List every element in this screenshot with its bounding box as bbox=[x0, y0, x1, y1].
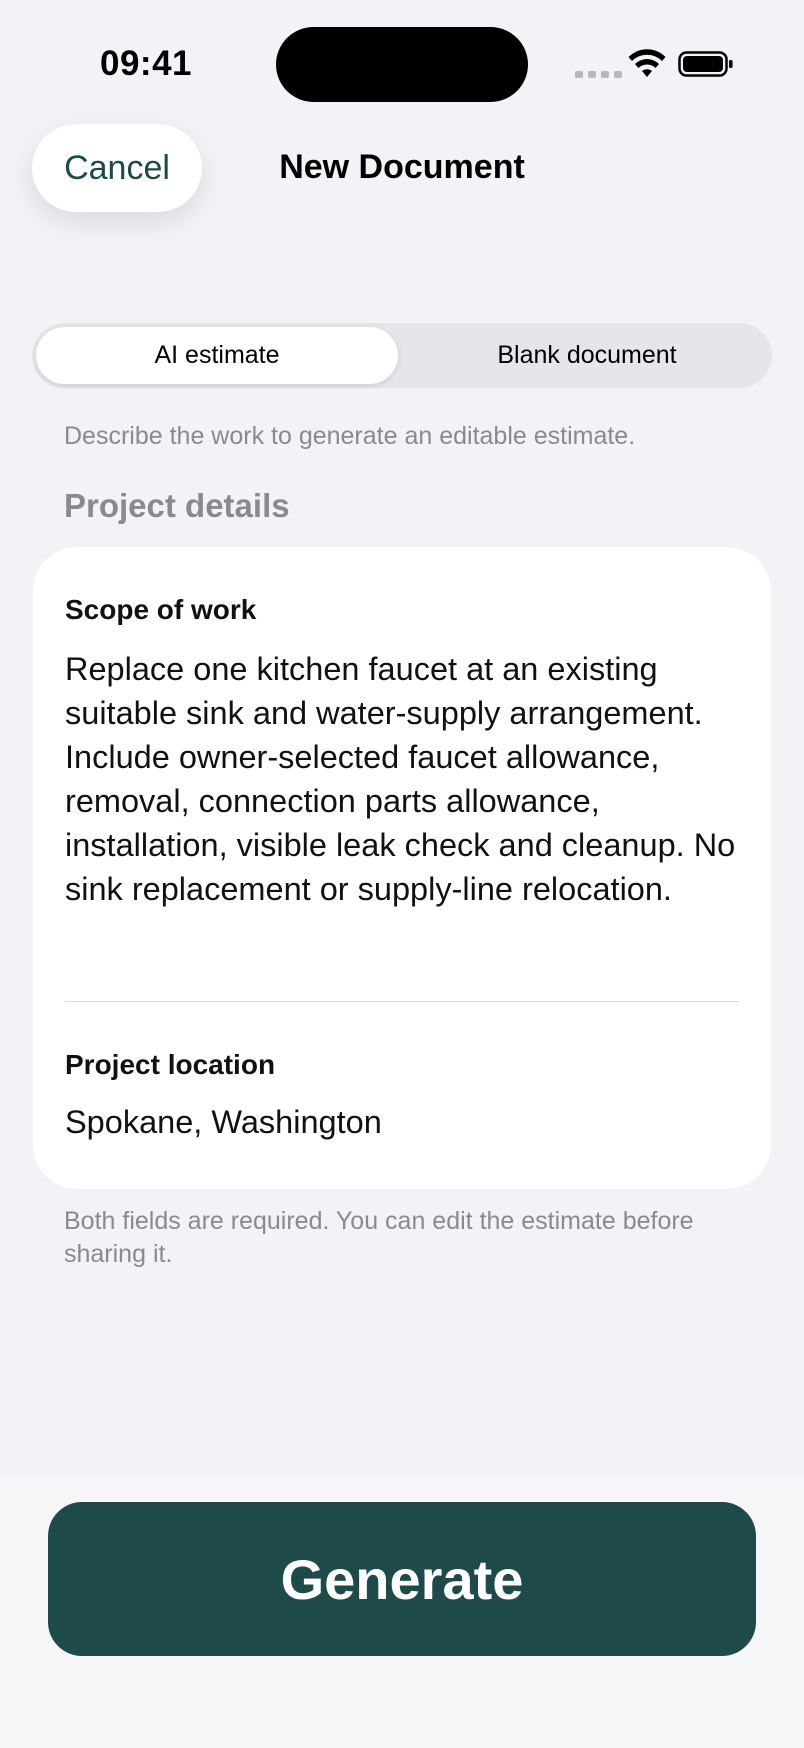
signal-icon bbox=[575, 71, 622, 78]
divider bbox=[65, 1001, 739, 1002]
page-title: New Document bbox=[279, 148, 525, 186]
segment-ai-estimate[interactable]: AI estimate bbox=[36, 327, 398, 384]
project-location-field[interactable]: Spokane, Washington bbox=[65, 1104, 382, 1141]
battery-icon bbox=[678, 51, 733, 77]
scope-of-work-field[interactable]: Replace one kitchen faucet at an existin… bbox=[65, 647, 755, 911]
dynamic-island bbox=[276, 27, 528, 102]
project-details-card: Scope of work Replace one kitchen faucet… bbox=[33, 547, 771, 1189]
required-fields-note: Both fields are required. You can edit t… bbox=[64, 1207, 694, 1268]
segment-blank-document[interactable]: Blank document bbox=[406, 327, 768, 384]
status-time: 09:41 bbox=[100, 44, 193, 83]
instruction-hint: Describe the work to generate an editabl… bbox=[64, 422, 636, 450]
location-label: Project location bbox=[65, 1049, 276, 1080]
document-type-segmented-control: AI estimate Blank document bbox=[32, 323, 772, 388]
section-title: Project details bbox=[64, 487, 290, 524]
scope-label: Scope of work bbox=[65, 594, 257, 625]
generate-button[interactable]: Generate bbox=[48, 1502, 756, 1656]
wifi-icon bbox=[628, 49, 666, 77]
